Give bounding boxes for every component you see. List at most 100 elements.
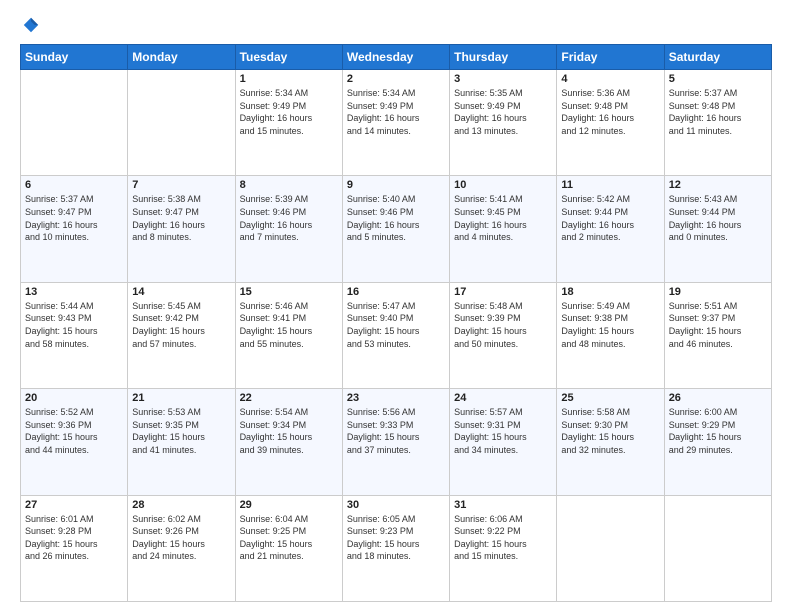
calendar-day-cell: 9Sunrise: 5:40 AM Sunset: 9:46 PM Daylig… [342, 176, 449, 282]
header [20, 16, 772, 34]
day-number: 11 [561, 179, 659, 191]
calendar-day-header: Saturday [664, 45, 771, 70]
calendar-day-cell: 6Sunrise: 5:37 AM Sunset: 9:47 PM Daylig… [21, 176, 128, 282]
day-number: 13 [25, 286, 123, 298]
day-number: 10 [454, 179, 552, 191]
calendar-week-row: 20 Sunrise: 5:52 AM Sunset: 9:36 PM Dayli… [21, 389, 772, 495]
calendar-week-row: 13 Sunrise: 5:44 AM Sunset: 9:43 PM Dayli… [21, 282, 772, 388]
calendar-header-row: SundayMondayTuesdayWednesdayThursdayFrid… [21, 45, 772, 70]
calendar-day-cell: 28 Sunrise: 6:02 AM Sunset: 9:26 PM Dayli… [128, 495, 235, 601]
calendar-day-header: Thursday [450, 45, 557, 70]
calendar-week-row: 27 Sunrise: 6:01 AM Sunset: 9:28 PM Dayli… [21, 495, 772, 601]
day-info: Sunrise: 5:47 AM Sunset: 9:40 PM Dayligh… [347, 300, 445, 350]
day-number: 26 [669, 392, 767, 404]
day-number: 24 [454, 392, 552, 404]
calendar-day-cell: 16 Sunrise: 5:47 AM Sunset: 9:40 PM Dayli… [342, 282, 449, 388]
day-number: 30 [347, 499, 445, 511]
day-info: Sunrise: 5:40 AM Sunset: 9:46 PM Dayligh… [347, 193, 445, 243]
day-number: 5 [669, 73, 767, 85]
day-info: Sunrise: 5:37 AM Sunset: 9:47 PM Dayligh… [25, 193, 123, 243]
calendar-day-cell: 14Sunrise: 5:45 AM Sunset: 9:42 PM Dayli… [128, 282, 235, 388]
day-number: 23 [347, 392, 445, 404]
calendar-day-cell: 23 Sunrise: 5:56 AM Sunset: 9:33 PM Dayli… [342, 389, 449, 495]
day-info: Sunrise: 5:34 AM Sunset: 9:49 PM Dayligh… [240, 87, 338, 137]
calendar-day-cell: 2Sunrise: 5:34 AM Sunset: 9:49 PM Daylig… [342, 70, 449, 176]
day-info: Sunrise: 6:00 AM Sunset: 9:29 PM Dayligh… [669, 406, 767, 456]
calendar-day-cell: 5 Sunrise: 5:37 AM Sunset: 9:48 PM Daylig… [664, 70, 771, 176]
day-number: 17 [454, 286, 552, 298]
day-info: Sunrise: 5:43 AM Sunset: 9:44 PM Dayligh… [669, 193, 767, 243]
day-info: Sunrise: 5:41 AM Sunset: 9:45 PM Dayligh… [454, 193, 552, 243]
calendar-table: SundayMondayTuesdayWednesdayThursdayFrid… [20, 44, 772, 602]
day-info: Sunrise: 6:04 AM Sunset: 9:25 PM Dayligh… [240, 513, 338, 563]
day-number: 3 [454, 73, 552, 85]
day-info: Sunrise: 5:49 AM Sunset: 9:38 PM Dayligh… [561, 300, 659, 350]
calendar-day-cell: 26 Sunrise: 6:00 AM Sunset: 9:29 PM Dayli… [664, 389, 771, 495]
day-info: Sunrise: 5:35 AM Sunset: 9:49 PM Dayligh… [454, 87, 552, 137]
calendar-day-cell: 22Sunrise: 5:54 AM Sunset: 9:34 PM Dayli… [235, 389, 342, 495]
calendar-day-cell [21, 70, 128, 176]
day-info: Sunrise: 6:05 AM Sunset: 9:23 PM Dayligh… [347, 513, 445, 563]
calendar-day-cell: 20 Sunrise: 5:52 AM Sunset: 9:36 PM Dayli… [21, 389, 128, 495]
calendar-day-cell: 31 Sunrise: 6:06 AM Sunset: 9:22 PM Dayli… [450, 495, 557, 601]
calendar-day-cell: 24 Sunrise: 5:57 AM Sunset: 9:31 PM Dayli… [450, 389, 557, 495]
logo [20, 16, 40, 34]
day-number: 18 [561, 286, 659, 298]
day-number: 15 [240, 286, 338, 298]
calendar-day-cell: 19 Sunrise: 5:51 AM Sunset: 9:37 PM Dayli… [664, 282, 771, 388]
day-info: Sunrise: 6:06 AM Sunset: 9:22 PM Dayligh… [454, 513, 552, 563]
day-info: Sunrise: 5:52 AM Sunset: 9:36 PM Dayligh… [25, 406, 123, 456]
day-info: Sunrise: 5:57 AM Sunset: 9:31 PM Dayligh… [454, 406, 552, 456]
calendar-day-cell: 1 Sunrise: 5:34 AM Sunset: 9:49 PM Daylig… [235, 70, 342, 176]
calendar-day-cell: 8 Sunrise: 5:39 AM Sunset: 9:46 PM Daylig… [235, 176, 342, 282]
calendar-day-cell [664, 495, 771, 601]
day-info: Sunrise: 6:02 AM Sunset: 9:26 PM Dayligh… [132, 513, 230, 563]
day-info: Sunrise: 5:58 AM Sunset: 9:30 PM Dayligh… [561, 406, 659, 456]
calendar-day-cell: 27 Sunrise: 6:01 AM Sunset: 9:28 PM Dayli… [21, 495, 128, 601]
day-number: 31 [454, 499, 552, 511]
day-info: Sunrise: 5:36 AM Sunset: 9:48 PM Dayligh… [561, 87, 659, 137]
day-info: Sunrise: 6:01 AM Sunset: 9:28 PM Dayligh… [25, 513, 123, 563]
day-number: 28 [132, 499, 230, 511]
day-info: Sunrise: 5:44 AM Sunset: 9:43 PM Dayligh… [25, 300, 123, 350]
calendar-day-cell [128, 70, 235, 176]
day-number: 4 [561, 73, 659, 85]
day-info: Sunrise: 5:48 AM Sunset: 9:39 PM Dayligh… [454, 300, 552, 350]
day-number: 1 [240, 73, 338, 85]
calendar-day-cell: 11Sunrise: 5:42 AM Sunset: 9:44 PM Dayli… [557, 176, 664, 282]
calendar-day-cell: 21 Sunrise: 5:53 AM Sunset: 9:35 PM Dayli… [128, 389, 235, 495]
day-number: 27 [25, 499, 123, 511]
day-number: 8 [240, 179, 338, 191]
day-number: 21 [132, 392, 230, 404]
logo-icon [22, 16, 40, 34]
calendar-day-header: Sunday [21, 45, 128, 70]
page: SundayMondayTuesdayWednesdayThursdayFrid… [0, 0, 792, 612]
calendar-day-cell: 3 Sunrise: 5:35 AM Sunset: 9:49 PM Daylig… [450, 70, 557, 176]
day-info: Sunrise: 5:51 AM Sunset: 9:37 PM Dayligh… [669, 300, 767, 350]
day-info: Sunrise: 5:34 AM Sunset: 9:49 PM Dayligh… [347, 87, 445, 137]
day-number: 16 [347, 286, 445, 298]
calendar-day-cell: 29 Sunrise: 6:04 AM Sunset: 9:25 PM Dayli… [235, 495, 342, 601]
calendar-day-cell: 17 Sunrise: 5:48 AM Sunset: 9:39 PM Dayli… [450, 282, 557, 388]
calendar-day-cell: 25Sunrise: 5:58 AM Sunset: 9:30 PM Dayli… [557, 389, 664, 495]
day-info: Sunrise: 5:39 AM Sunset: 9:46 PM Dayligh… [240, 193, 338, 243]
calendar-day-header: Monday [128, 45, 235, 70]
day-number: 29 [240, 499, 338, 511]
day-number: 12 [669, 179, 767, 191]
day-info: Sunrise: 5:46 AM Sunset: 9:41 PM Dayligh… [240, 300, 338, 350]
calendar-week-row: 1 Sunrise: 5:34 AM Sunset: 9:49 PM Daylig… [21, 70, 772, 176]
day-info: Sunrise: 5:54 AM Sunset: 9:34 PM Dayligh… [240, 406, 338, 456]
day-number: 19 [669, 286, 767, 298]
day-number: 7 [132, 179, 230, 191]
day-info: Sunrise: 5:45 AM Sunset: 9:42 PM Dayligh… [132, 300, 230, 350]
calendar-week-row: 6Sunrise: 5:37 AM Sunset: 9:47 PM Daylig… [21, 176, 772, 282]
calendar-day-cell: 30 Sunrise: 6:05 AM Sunset: 9:23 PM Dayli… [342, 495, 449, 601]
calendar-day-cell: 15 Sunrise: 5:46 AM Sunset: 9:41 PM Dayli… [235, 282, 342, 388]
calendar-day-cell: 4 Sunrise: 5:36 AM Sunset: 9:48 PM Daylig… [557, 70, 664, 176]
day-info: Sunrise: 5:53 AM Sunset: 9:35 PM Dayligh… [132, 406, 230, 456]
day-info: Sunrise: 5:56 AM Sunset: 9:33 PM Dayligh… [347, 406, 445, 456]
day-info: Sunrise: 5:37 AM Sunset: 9:48 PM Dayligh… [669, 87, 767, 137]
calendar-day-cell: 18 Sunrise: 5:49 AM Sunset: 9:38 PM Dayli… [557, 282, 664, 388]
calendar-day-cell [557, 495, 664, 601]
day-number: 20 [25, 392, 123, 404]
